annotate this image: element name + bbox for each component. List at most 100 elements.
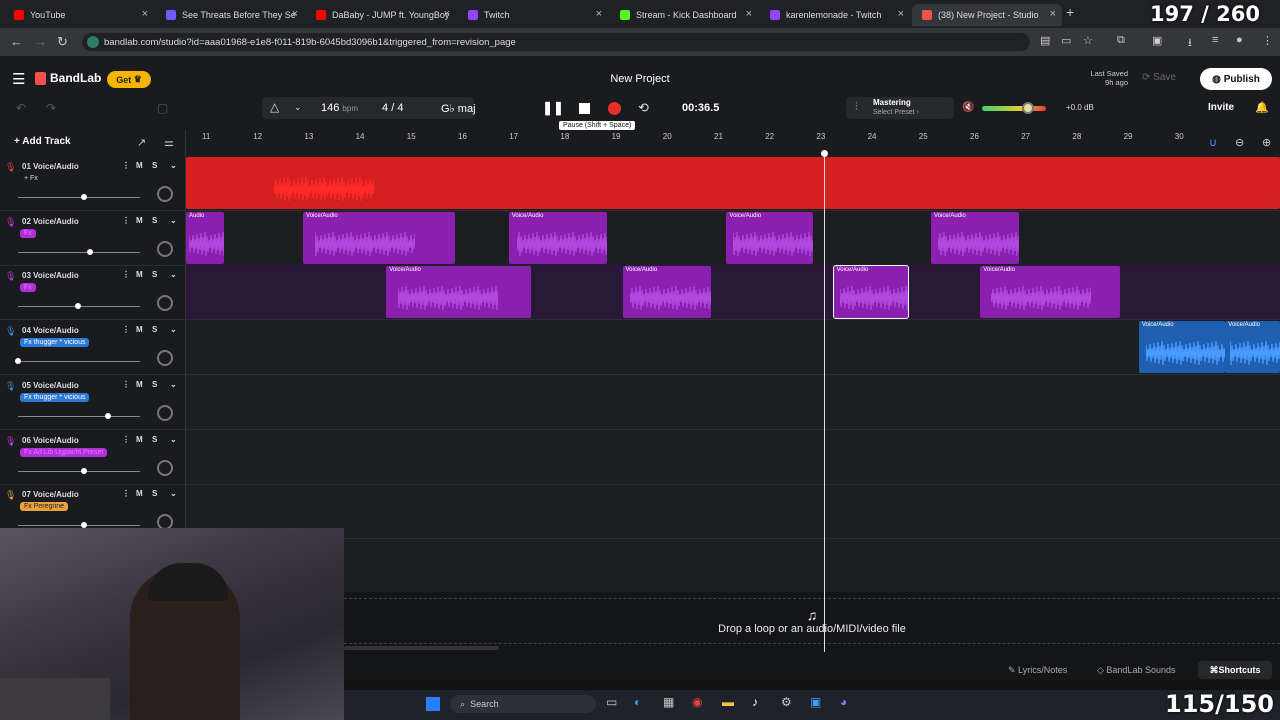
- track-fx-preset[interactable]: + Fx: [20, 174, 42, 183]
- track-header[interactable]: 🎙 02 Voice/Audio ⋮ M S ⌄ Fx: [0, 211, 186, 266]
- key-field[interactable]: G♭ maj: [441, 102, 476, 115]
- track-lane[interactable]: [186, 320, 1280, 376]
- track-lane[interactable]: [186, 484, 1280, 540]
- audio-clip[interactable]: Voice/Audio: [303, 211, 456, 264]
- shortcuts-button[interactable]: ⌘ Shortcuts: [1198, 661, 1272, 679]
- tab-2[interactable]: See Threats Before They Se ×: [156, 4, 304, 26]
- track-volume-knob[interactable]: [105, 412, 111, 419]
- track-expand-icon[interactable]: ⌄: [170, 270, 177, 279]
- track-header[interactable]: 🎙 03 Voice/Audio ⋮ M S ⌄ Fx: [0, 265, 186, 321]
- chrome-icon[interactable]: ◉: [692, 695, 702, 709]
- bpm-field[interactable]: 146 bpm: [321, 102, 358, 114]
- taskbar-search[interactable]: ⌕ Search: [450, 695, 596, 713]
- audio-clip[interactable]: Voice/Audio: [931, 211, 1019, 264]
- save-button[interactable]: ⟳ Save: [1142, 72, 1176, 83]
- invite-button[interactable]: Invite: [1208, 102, 1234, 113]
- track-volume-knob[interactable]: [87, 248, 93, 255]
- track-name[interactable]: 06 Voice/Audio: [22, 436, 79, 445]
- track-volume-slider[interactable]: [18, 412, 140, 419]
- audio-clip[interactable]: Voice/Audio: [1225, 321, 1280, 374]
- task-view-icon[interactable]: ▭: [606, 695, 617, 709]
- url-field[interactable]: bandlab.com/studio?id=aaa01968-e1e8-f011…: [82, 33, 1030, 51]
- project-title[interactable]: New Project: [540, 73, 740, 85]
- zoom-out-icon[interactable]: ⊖: [1235, 136, 1244, 149]
- audio-clip[interactable]: Voice/Audio: [622, 266, 712, 319]
- audio-clip[interactable]: Voice/Audio: [508, 211, 608, 264]
- mixer-icon[interactable]: ⚌: [164, 136, 174, 149]
- tab-7[interactable]: (38) New Project - Studio ×: [912, 4, 1062, 26]
- profile-avatar[interactable]: ●: [1236, 34, 1243, 46]
- cast-icon[interactable]: ▭: [1061, 34, 1071, 47]
- track-lane[interactable]: [186, 375, 1280, 430]
- tab-close-icon[interactable]: ×: [1050, 8, 1056, 20]
- mute-button[interactable]: M: [136, 161, 143, 170]
- solo-button[interactable]: S: [152, 489, 157, 498]
- get-membership-button[interactable]: Get ♛: [107, 71, 151, 88]
- audio-clip[interactable]: Audio: [186, 211, 225, 264]
- track-name[interactable]: 04 Voice/Audio: [22, 326, 79, 335]
- track-name[interactable]: 01 Voice/Audio: [22, 162, 79, 171]
- undo-icon[interactable]: ↶: [16, 101, 26, 115]
- track-expand-icon[interactable]: ⌄: [170, 161, 177, 170]
- track-header[interactable]: 🎙 04 Voice/Audio ⋮ M S ⌄ Fx thugger * vicious: [0, 320, 186, 376]
- tab-1[interactable]: YouTube ×: [4, 4, 154, 26]
- store-icon[interactable]: ▦: [663, 695, 674, 709]
- loop-icon[interactable]: ⟲: [638, 100, 649, 116]
- tab-6[interactable]: karenlemonade - Twitch ×: [760, 4, 910, 26]
- track-fx-preset[interactable]: Fx Peregrine: [20, 502, 69, 512]
- pause-button[interactable]: ❚❚: [542, 100, 564, 116]
- tab-close-icon[interactable]: ×: [142, 8, 148, 20]
- mute-button[interactable]: M: [136, 489, 143, 498]
- zoom-in-icon[interactable]: ⊕: [1262, 136, 1271, 149]
- track-volume-knob[interactable]: [75, 303, 81, 310]
- back-icon[interactable]: ←: [10, 34, 23, 49]
- install-icon[interactable]: ▤: [1040, 34, 1050, 47]
- mute-button[interactable]: M: [136, 380, 143, 389]
- solo-button[interactable]: S: [152, 325, 157, 334]
- track-pan-knob[interactable]: [157, 295, 173, 312]
- track-pan-knob[interactable]: [157, 350, 173, 367]
- audio-clip[interactable]: [186, 157, 1280, 209]
- track-lane[interactable]: [186, 539, 1280, 594]
- tiktok-icon[interactable]: ♪: [752, 695, 758, 709]
- audio-clip[interactable]: Voice/Audio: [980, 266, 1121, 319]
- metronome-dropdown-icon[interactable]: ⌄: [294, 102, 302, 113]
- solo-button[interactable]: S: [152, 216, 157, 225]
- mute-button[interactable]: M: [136, 325, 143, 334]
- publish-button[interactable]: ◍ Publish: [1200, 68, 1272, 90]
- track-expand-icon[interactable]: ⌄: [170, 325, 177, 334]
- track-header[interactable]: 🎙 01 Voice/Audio ⋮ M S ⌄ + Fx: [0, 156, 186, 211]
- track-lane[interactable]: [186, 430, 1280, 485]
- redo-icon[interactable]: ↷: [46, 101, 56, 115]
- solo-button[interactable]: S: [152, 435, 157, 444]
- metronome-icon[interactable]: △: [270, 100, 279, 114]
- reload-icon[interactable]: ↻: [57, 34, 68, 50]
- view-toggle-icon[interactable]: ▢: [157, 101, 168, 115]
- track-pan-knob[interactable]: [157, 240, 173, 257]
- solo-button[interactable]: S: [152, 161, 157, 170]
- extensions-icon[interactable]: ⧉: [1117, 34, 1125, 47]
- add-track-button[interactable]: + Add Track: [14, 136, 71, 147]
- track-fx-preset[interactable]: Fx: [20, 228, 36, 238]
- app-icon[interactable]: ▣: [810, 695, 821, 709]
- file-explorer-icon[interactable]: ▬: [722, 695, 734, 709]
- playhead-handle[interactable]: [821, 150, 828, 157]
- track-pan-knob[interactable]: [157, 404, 173, 421]
- solo-button[interactable]: S: [152, 270, 157, 279]
- media-control-icon[interactable]: ≡: [1212, 34, 1218, 46]
- track-options-icon[interactable]: ⋮: [122, 380, 130, 389]
- tab-close-icon[interactable]: ×: [596, 8, 602, 20]
- tab-close-icon[interactable]: ×: [898, 8, 904, 20]
- drop-zone[interactable]: ♫ Drop a loop or an audio/MIDI/video fil…: [344, 598, 1280, 644]
- master-volume-slider[interactable]: [982, 102, 1046, 114]
- audio-clip[interactable]: Voice/Audio: [832, 265, 910, 320]
- master-volume-knob[interactable]: [1022, 102, 1035, 114]
- windows-start-icon[interactable]: [426, 697, 440, 711]
- tab-5[interactable]: Stream - Kick Dashboard ×: [610, 4, 758, 26]
- track-name[interactable]: 07 Voice/Audio: [22, 490, 79, 499]
- audio-clip[interactable]: Voice/Audio: [726, 211, 813, 264]
- track-expand-icon[interactable]: ⌄: [170, 380, 177, 389]
- timeline-ruler[interactable]: [186, 130, 1280, 156]
- notifications-bell-icon[interactable]: 🔔: [1255, 101, 1269, 114]
- bookmark-star-icon[interactable]: ☆: [1083, 34, 1093, 47]
